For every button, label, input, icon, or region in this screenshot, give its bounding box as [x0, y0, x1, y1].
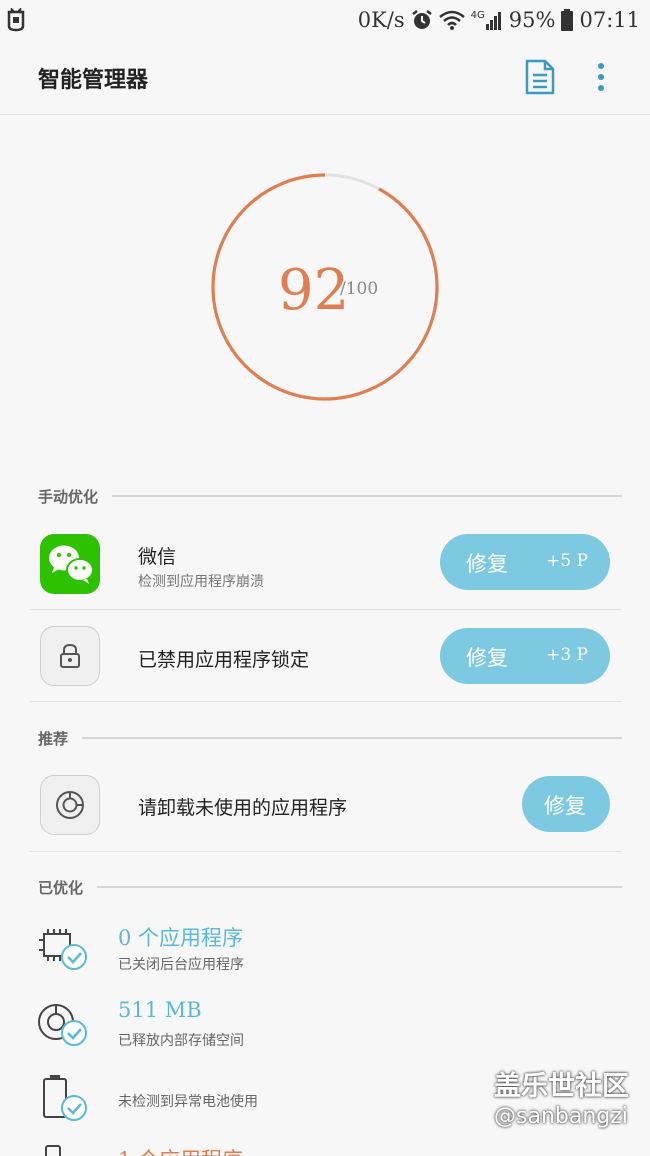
fix-wechat-button[interactable]: 修复 +5 P	[440, 534, 610, 590]
list-item-app-lock: 已禁用应用程序锁定 修复 +3 P	[30, 612, 622, 700]
storage-check-icon	[38, 1004, 87, 1046]
network-type: 4G	[470, 9, 485, 21]
fix-button-label: 修复	[466, 646, 508, 670]
row-divider	[30, 701, 622, 702]
clock: 07:11	[579, 8, 640, 32]
fix-uninstall-button[interactable]: 修复	[522, 776, 610, 832]
wechat-icon	[40, 534, 100, 594]
optimized-apps-subtitle: 已关闭后台应用程序	[118, 957, 244, 973]
page-title: 智能管理器	[38, 67, 149, 93]
more-vert-icon	[598, 63, 604, 91]
section-divider	[112, 495, 622, 497]
battery-check-icon	[43, 1075, 87, 1121]
optimized-partial-title: 1 个应用程序	[118, 1144, 243, 1156]
wechat-subtitle: 检测到应用程序崩溃	[138, 574, 264, 590]
alarm-icon	[411, 10, 432, 29]
network-speed: 0K/s	[357, 8, 405, 32]
section-divider	[82, 737, 622, 739]
row-divider	[30, 851, 622, 852]
section-divider	[97, 886, 622, 888]
cpu-check-icon	[39, 929, 87, 970]
row-divider	[30, 609, 622, 610]
optimized-item-partial: 1 个应用程序	[36, 1142, 616, 1156]
score-value: 92	[278, 258, 350, 323]
notification-icon	[6, 6, 26, 38]
list-item-uninstall: 请卸载未使用的应用程序 修复	[30, 760, 622, 850]
battery-icon	[561, 9, 574, 31]
optimized-item-apps: 0 个应用程序 已关闭后台应用程序	[36, 920, 616, 980]
section-optimized: 已优化	[38, 875, 622, 899]
wifi-icon	[438, 10, 465, 30]
optimized-battery-subtitle: 未检测到异常电池使用	[118, 1094, 258, 1110]
optimized-storage-subtitle: 已释放内部存储空间	[118, 1033, 244, 1049]
fix-button-label: 修复	[544, 794, 586, 818]
list-item-wechat: 微信 检测到应用程序崩溃 修复 +5 P	[30, 524, 622, 608]
fix-app-lock-button[interactable]: 修复 +3 P	[440, 628, 610, 684]
section-recommend-label: 推荐	[38, 729, 69, 748]
watermark-title: 盖乐世社区	[494, 1071, 629, 1102]
watermark-handle: @sanbangzi	[494, 1104, 628, 1129]
score-max: /100	[340, 279, 379, 299]
fix-points: +3 P	[546, 645, 588, 665]
optimized-item-storage: 511 MB 已释放内部存储空间	[36, 996, 616, 1056]
app-bar: 智能管理器	[0, 40, 650, 115]
fix-button-label: 修复	[466, 552, 508, 576]
more-options-button[interactable]	[588, 59, 614, 95]
signal-icon	[485, 12, 501, 30]
section-manual: 手动优化	[38, 484, 622, 508]
section-recommend: 推荐	[38, 726, 622, 750]
optimized-storage-title: 511 MB	[118, 998, 202, 1022]
section-optimized-label: 已优化	[38, 878, 84, 897]
document-icon	[525, 59, 555, 95]
report-button[interactable]	[524, 59, 556, 95]
battery-percent: 95%	[508, 8, 556, 32]
uninstall-title: 请卸载未使用的应用程序	[138, 797, 348, 819]
fix-points: +5 P	[546, 551, 588, 571]
wechat-title: 微信	[138, 546, 177, 568]
storage-ring-icon	[40, 775, 100, 835]
section-manual-label: 手动优化	[38, 487, 99, 506]
app-lock-title: 已禁用应用程序锁定	[138, 649, 310, 671]
phone-icon	[45, 1145, 61, 1156]
lock-icon	[40, 626, 100, 686]
status-bar: 0K/s 4G 95% 07:11	[0, 0, 650, 40]
optimized-apps-title: 0 个应用程序	[118, 926, 244, 950]
